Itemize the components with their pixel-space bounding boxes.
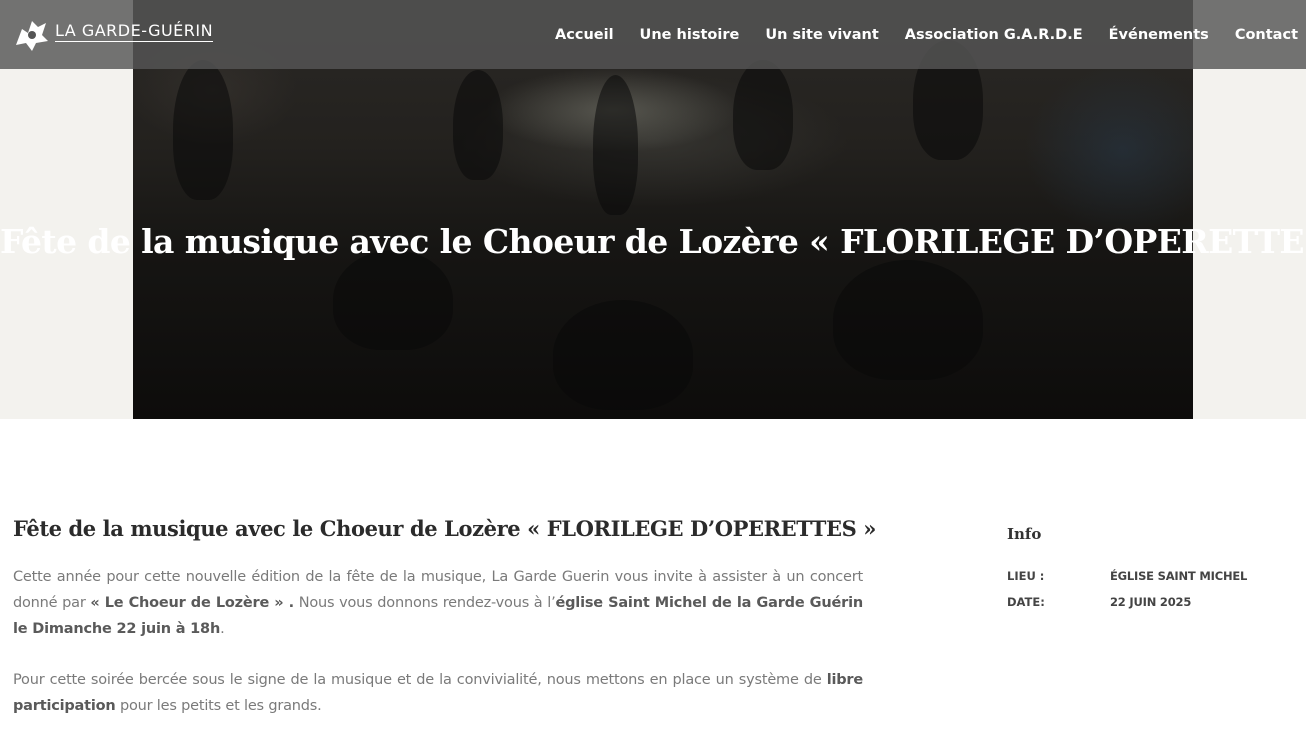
logo-emblem-icon [16,20,48,51]
info-label: DATE: [1007,595,1045,609]
info-row-lieu: LIEU : ÉGLISE SAINT MICHEL [1007,569,1297,583]
logo-text: LA GARDE-GUÉRIN [55,21,214,42]
info-title: Info [1007,525,1042,543]
text-span: pour les petits et les grands. [115,698,322,714]
post-title: Fête de la musique avec le Choeur de Loz… [13,516,877,541]
info-value: 22 JUIN 2025 [1110,595,1192,609]
text-span: . [220,621,225,637]
post-paragraph-2: Pour cette soirée bercée sous le signe d… [13,667,863,719]
nav-evenements[interactable]: Événements [1109,27,1209,43]
text-span: Nous vous donnons rendez-vous à l’ [293,595,556,611]
info-row-date: DATE: 22 JUIN 2025 [1007,595,1297,609]
text-span: Pour cette soirée bercée sous le signe d… [13,672,827,688]
info-value: ÉGLISE SAINT MICHEL [1110,569,1248,583]
site-logo[interactable]: LA GARDE-GUÉRIN [12,0,214,69]
top-navbar: LA GARDE-GUÉRIN Accueil Une histoire Un … [0,0,1306,69]
event-info-sidebar: Info LIEU : ÉGLISE SAINT MICHEL DATE: 22… [1007,525,1297,609]
main-nav: Accueil Une histoire Un site vivant Asso… [555,27,1306,43]
choir-name: « Le Choeur de Lozère » . [90,595,294,611]
nav-accueil[interactable]: Accueil [555,27,614,43]
nav-une-histoire[interactable]: Une histoire [640,27,740,43]
hero-title: Fête de la musique avec le Choeur de Loz… [0,222,1306,261]
nav-un-site-vivant[interactable]: Un site vivant [765,27,878,43]
hero-section: LA GARDE-GUÉRIN Accueil Une histoire Un … [0,0,1306,419]
post-content: Fête de la musique avec le Choeur de Loz… [13,516,877,719]
nav-contact[interactable]: Contact [1235,27,1298,43]
post-paragraph-1: Cette année pour cette nouvelle édition … [13,564,863,642]
nav-association[interactable]: Association G.A.R.D.E [905,27,1083,43]
info-label: LIEU : [1007,569,1045,583]
